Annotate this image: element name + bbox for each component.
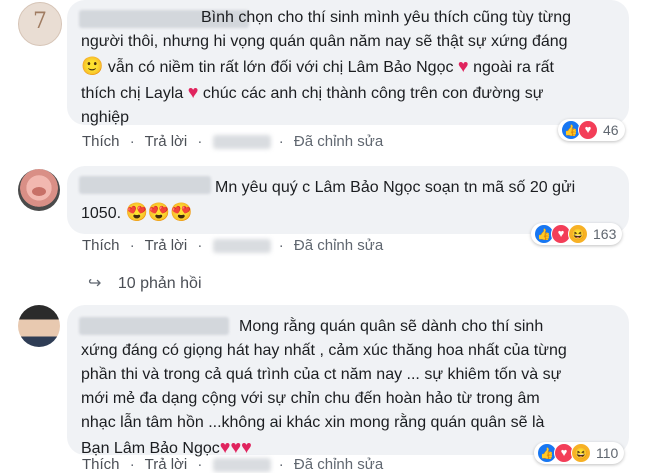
comment-actions: Thích · Trả lời · · Đã chỉnh sửa — [82, 237, 389, 254]
edited-label[interactable]: Đã chỉnh sửa — [294, 237, 383, 254]
comment-text: Mn yêu quý c Lâm Bảo Ngọc soạn tn mã số … — [81, 176, 615, 226]
timestamp-redacted[interactable] — [212, 135, 271, 150]
comment-bubble: Bình chọn cho thí sinh mình yêu thích cũ… — [67, 0, 629, 126]
comment-text-line: ngoài ra rất — [473, 59, 554, 76]
heart-emoji-icon: ♥ — [187, 82, 199, 102]
comment-text-line: nhạc lẫn tâm hồn ...không ai khác xin mo… — [81, 414, 545, 431]
comment-text: Mong rằng quán quân sẽ dành cho thí sinh… — [81, 315, 615, 461]
haha-icon: 😆 — [571, 443, 591, 463]
separator: · — [197, 456, 203, 473]
separator: · — [278, 237, 284, 254]
comment-text-line: Mn yêu quý c Lâm Bảo Ngọc soạn tn mã số … — [215, 179, 576, 196]
heart-eyes-emoji-icon: 😍😍😍 — [125, 202, 193, 222]
reply-button[interactable]: Trả lời — [145, 133, 188, 150]
comment-text-line: Bình chọn cho thí sinh mình yêu thích cũ… — [201, 9, 572, 26]
avatar[interactable]: 7 — [18, 2, 62, 46]
edited-label[interactable]: Đã chỉnh sửa — [294, 456, 383, 473]
comment-text-line: người thôi, nhưng hi vọng quán quân năm … — [81, 33, 568, 50]
reply-button[interactable]: Trả lời — [145, 456, 188, 473]
love-icon: ♥ — [578, 120, 598, 140]
haha-icon: 😆 — [568, 224, 588, 244]
separator: · — [129, 133, 135, 150]
separator: · — [197, 237, 203, 254]
comment-text-line: nghiệp — [81, 109, 130, 126]
comment-text-line: chúc các anh chị thành công trên con đườ… — [202, 85, 544, 102]
reaction-count: 163 — [593, 226, 617, 242]
reply-arrow-icon: ↪ — [88, 275, 102, 292]
hearts-emoji-icon: ♥♥♥ — [219, 437, 252, 457]
heart-emoji-icon: ♥ — [457, 56, 469, 76]
avatar[interactable] — [18, 169, 60, 211]
comment-text-line: Bạn Lâm Bảo Ngọc — [81, 440, 220, 457]
comment-actions: Thích · Trả lời · · Đã chỉnh sửa — [82, 456, 389, 473]
view-replies-link[interactable]: ↪ 10 phản hồi — [88, 273, 202, 293]
comment-bubble: Mong rằng quán quân sẽ dành cho thí sinh… — [67, 305, 629, 457]
comment-text-line: phần thi và trong cả quá trình của ct nă… — [81, 366, 562, 383]
avatar[interactable] — [18, 305, 60, 347]
separator: · — [197, 133, 203, 150]
pig-avatar-icon — [32, 187, 46, 196]
comment-text-line: Mong rằng quán quân sẽ dành cho thí sinh — [239, 318, 544, 335]
separator: · — [129, 237, 135, 254]
comment-text-line: xứng đáng có giọng hát hay nhất , cảm xú… — [81, 342, 567, 359]
reaction-summary[interactable]: 👍 ♥ 😆 110 — [534, 442, 625, 464]
edited-label[interactable]: Đã chỉnh sửa — [294, 133, 383, 150]
reaction-summary[interactable]: 👍 ♥ 46 — [558, 119, 625, 141]
like-button[interactable]: Thích — [82, 133, 120, 150]
comment-actions: Thích · Trả lời · · Đã chỉnh sửa — [82, 133, 389, 150]
reply-button[interactable]: Trả lời — [145, 237, 188, 254]
comment-text-line: vẫn có niềm tin rất lớn đối với chị Lâm … — [107, 59, 454, 76]
comment-text-line: thích chị Layla — [81, 85, 184, 102]
comment-text-line: mới mẻ đa dạng cộng với sự chỉn chu đến … — [81, 390, 540, 407]
like-button[interactable]: Thích — [82, 237, 120, 254]
separator: · — [129, 456, 135, 473]
reaction-count: 110 — [596, 445, 619, 461]
comment-text: Bình chọn cho thí sinh mình yêu thích cũ… — [81, 6, 615, 130]
separator: · — [278, 456, 284, 473]
comment-text-line: 1050. — [81, 205, 122, 222]
reaction-count: 46 — [603, 122, 619, 138]
reaction-summary[interactable]: 👍 ♥ 😆 163 — [531, 223, 623, 245]
timestamp-redacted[interactable] — [212, 239, 271, 254]
separator: · — [278, 133, 284, 150]
like-button[interactable]: Thích — [82, 456, 120, 473]
replies-label: 10 phản hồi — [117, 275, 202, 292]
avatar-logo-text: 7 — [33, 9, 47, 34]
smile-emoji-icon: 🙂 — [81, 56, 104, 76]
